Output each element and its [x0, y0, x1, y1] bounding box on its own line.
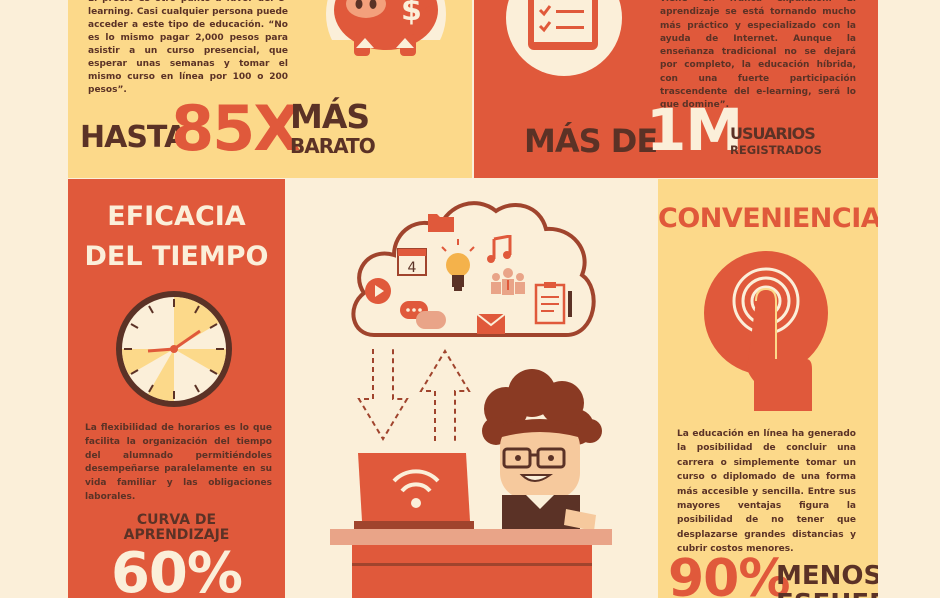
time-title-line-1: EFICACIA	[107, 201, 246, 232]
desk	[330, 529, 612, 545]
users-stat-prefix: MÁS DE	[524, 122, 658, 160]
envelope-icon	[476, 313, 506, 334]
folder-icon	[428, 214, 454, 232]
curve-stat-value: 60%	[110, 541, 243, 598]
effort-stat-suffix-1: MENOS	[776, 561, 878, 591]
right-panel: CONVENIENCIA La educación en línea ha ge…	[658, 179, 878, 598]
music-note-icon	[487, 235, 512, 263]
left-panel: EFICACIA DEL TIEMPO La flexibilidad de h…	[68, 179, 285, 598]
price-paragraph: El precio es otro punto a favor del e-le…	[88, 0, 288, 95]
people-icon	[491, 268, 525, 295]
top-right-panel: viene en franca expansión. El aprendizaj…	[474, 0, 878, 178]
upload-arrow-icon	[419, 349, 471, 441]
price-stat-suffix-2: BARATO	[290, 134, 376, 158]
time-title-line-2: DEL TIEMPO	[84, 241, 269, 272]
touch-finger-icon	[704, 251, 828, 411]
svg-text:$: $	[401, 0, 422, 28]
lightbulb-icon	[441, 239, 475, 291]
price-stat-value: 85X	[171, 92, 301, 165]
center-illustration: 4	[286, 179, 656, 598]
curve-label-line-1: CURVA DE	[136, 512, 217, 528]
checklist-clipboard-icon	[506, 0, 622, 76]
convenience-paragraph: La educación en línea ha generado la pos…	[677, 429, 856, 555]
effort-stat-suffix-2: ESFUERZO	[776, 589, 878, 598]
time-paragraph: La flexibilidad de horarios es lo que fa…	[85, 423, 272, 502]
clipboard-icon	[534, 282, 572, 325]
price-stat-suffix-1: MÁS	[290, 97, 370, 136]
download-arrow-icon	[357, 349, 409, 441]
clock-icon	[116, 291, 232, 407]
calendar-icon: 4	[397, 248, 427, 276]
top-left-panel: El precio es otro punto a favor del e-le…	[68, 0, 472, 178]
desk-body	[352, 545, 592, 598]
piggy-bank-icon: $	[326, 0, 446, 70]
laptop-icon	[354, 453, 474, 529]
chat-bubbles-icon	[400, 301, 446, 329]
users-stat-suffix-2: REGISTRADOS	[730, 143, 822, 157]
effort-stat-value: 90%	[668, 549, 790, 598]
play-icon	[365, 278, 391, 304]
calendar-day: 4	[408, 260, 417, 276]
student-avatar	[482, 369, 602, 539]
users-stat-value: 1M	[646, 96, 743, 164]
users-stat-suffix-1: USUARIOS	[730, 124, 816, 143]
convenience-title: CONVENIENCIA	[658, 203, 878, 234]
